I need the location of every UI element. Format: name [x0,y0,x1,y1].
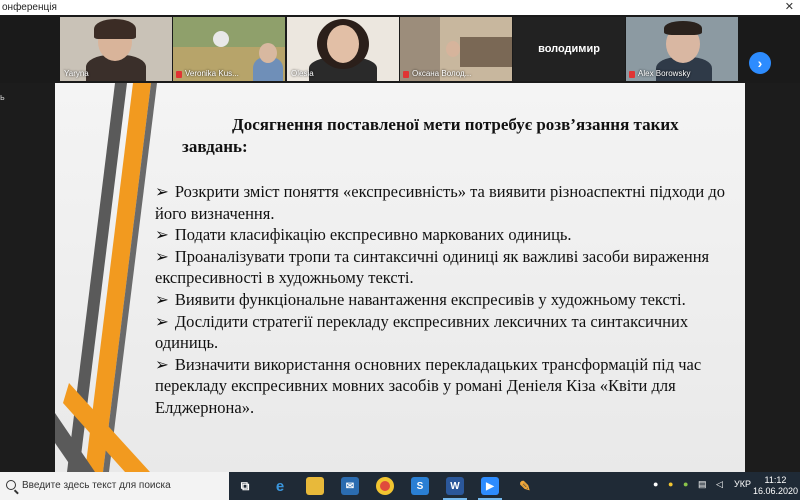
participant-tile[interactable]: володимир [513,17,625,81]
shared-slide: Досягнення поставленої мети потребує роз… [55,83,745,472]
tray-icon[interactable]: ● [668,479,673,489]
decor-clock [213,31,229,47]
task-item: ➢ Подати класифікацію експресивно маркова… [155,225,572,245]
task-item: ➢ Виявити функціональне навантаження експ… [155,289,686,309]
task-item: ➢ Проаналізувати тропи та синтаксичні оди… [155,246,710,288]
close-icon[interactable]: ✕ [785,0,794,15]
search-placeholder: Введите здесь текст для поиска [22,480,171,491]
edge-browser-icon[interactable]: e [271,477,289,495]
muted-mic-icon [629,71,635,78]
task-item: ➢ Визначити використання основних перекла… [155,354,702,417]
word-icon[interactable]: W [446,477,464,495]
clock-date: 16.06.2020 [752,486,798,496]
participant-name: Veronika Kus... [185,69,239,78]
system-clock[interactable]: 11:12 16.06.2020 [753,475,798,497]
participant-face [446,41,460,57]
search-icon [6,480,16,490]
participant-name: Olesia [291,69,314,78]
file-explorer-icon[interactable] [306,477,324,495]
participant-face [259,43,277,63]
clock-time: 11:12 [764,475,787,485]
next-page-button[interactable]: › [749,52,771,74]
network-icon[interactable]: ▤ [698,479,707,490]
zoom-app-icon[interactable]: ▶ [481,477,499,495]
participant-name-placeholder: володимир [513,17,625,81]
task-item: ➢ Дослідити стратегії перекладу експресив… [155,311,689,353]
muted-mic-icon [403,71,409,78]
tray-icon[interactable]: ● [683,479,688,489]
participant-gallery: Yaryna Veronika Kus... Olesia Оксана Вол… [0,15,800,83]
arrow-bullet-icon: ➢ [155,354,169,374]
paint-icon[interactable]: ✎ [516,477,534,495]
language-indicator[interactable]: УКР [734,479,751,489]
arrow-bullet-icon: ➢ [155,311,169,331]
participant-name: Оксана Волод... [412,69,472,78]
window-title: онференція [2,2,57,13]
windows-taskbar: Введите здесь текст для поиска ⧉ e ✉ S W… [0,472,800,500]
chrome-icon[interactable] [376,477,394,495]
participant-name: Yaryna [64,69,89,78]
mail-icon[interactable]: ✉ [341,477,359,495]
arrow-bullet-icon: ➢ [155,182,169,201]
participant-name: Alex Borowsky [638,69,691,78]
skype-icon[interactable]: S [411,477,429,495]
arrow-bullet-icon: ➢ [155,225,169,245]
participant-tile[interactable]: Veronika Kus... [173,17,285,81]
slide-title: Досягнення поставленої мети потребує роз… [182,115,679,156]
task-view-icon[interactable]: ⧉ [236,477,254,495]
participant-tile[interactable]: Оксана Волод... [400,17,512,81]
chevron-right-icon: › [757,55,763,71]
muted-mic-icon [176,71,182,78]
participant-hair [94,19,136,39]
task-list: ➢ Розкрити зміст поняття «експресивність»… [155,181,735,419]
participant-tile[interactable]: Yaryna [60,17,172,81]
tray-icon[interactable]: ● [653,479,658,489]
participant-face [327,25,359,63]
sidebar-edge-label: ь [0,92,5,102]
taskbar-search-input[interactable]: Введите здесь текст для поиска [0,472,229,500]
arrow-bullet-icon: ➢ [155,246,169,266]
volume-icon[interactable]: ◁ [716,479,723,490]
window-title-bar: онференція ✕ [0,0,800,15]
arrow-bullet-icon: ➢ [155,289,169,309]
participant-tile[interactable]: Olesia [287,17,399,81]
task-item: ➢ Розкрити зміст поняття «експресивність»… [155,182,725,223]
participant-tile[interactable]: Alex Borowsky [626,17,738,81]
participant-hair [664,21,702,35]
background-furniture [460,37,512,67]
